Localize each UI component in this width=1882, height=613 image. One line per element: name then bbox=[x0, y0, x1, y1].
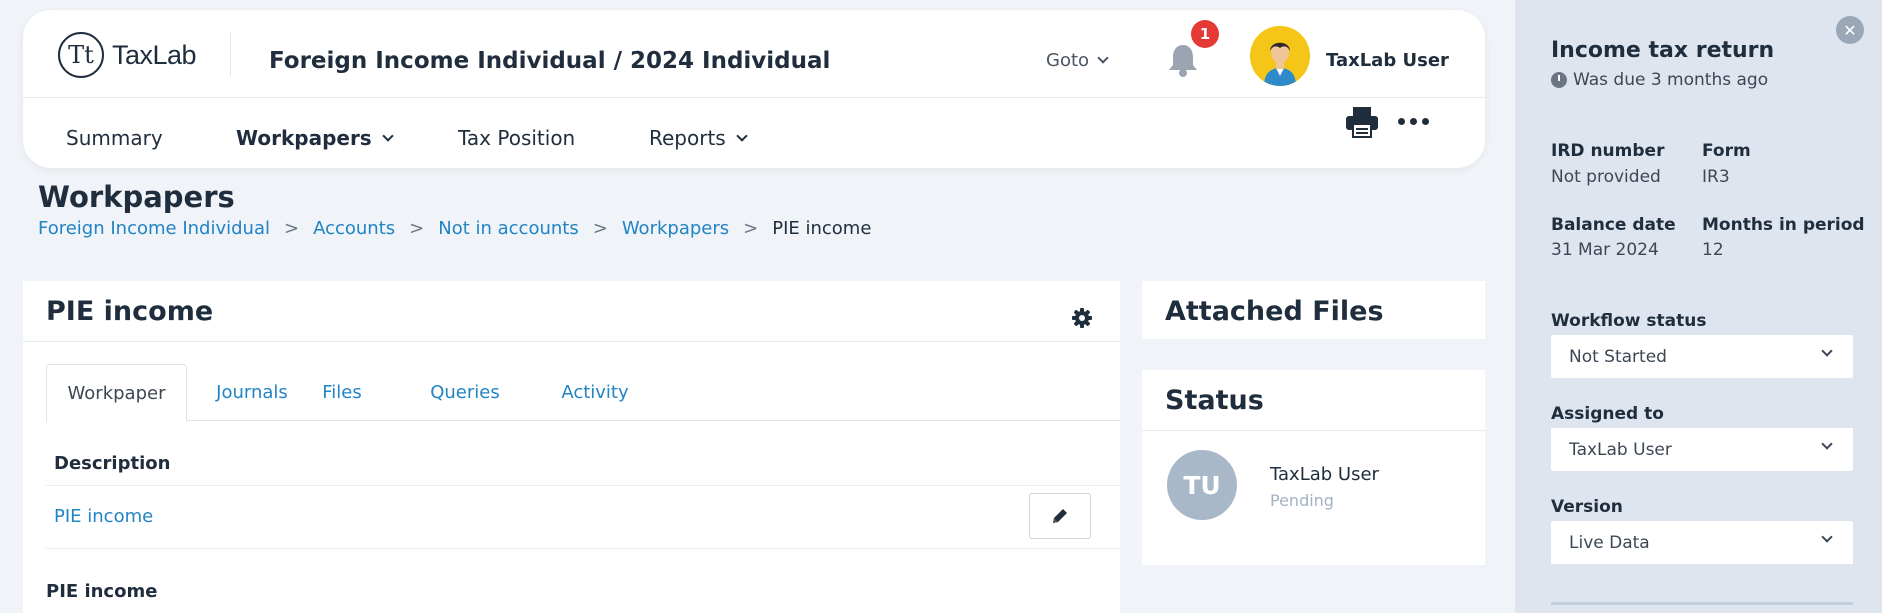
workpaper-title: PIE income bbox=[46, 296, 214, 327]
bell-icon[interactable] bbox=[1166, 42, 1200, 78]
pencil-icon bbox=[1053, 509, 1067, 523]
workflow-status-value: Not Started bbox=[1569, 346, 1667, 367]
attached-files-title: Attached Files bbox=[1165, 296, 1384, 327]
person-icon bbox=[1250, 26, 1310, 86]
tab-activity[interactable]: Activity bbox=[550, 364, 640, 421]
header-divider bbox=[230, 32, 231, 76]
notification-badge: 1 bbox=[1191, 20, 1219, 48]
balance-date-label: Balance date bbox=[1551, 215, 1676, 235]
user-avatar[interactable] bbox=[1250, 26, 1310, 86]
pie-income-heading: PIE income bbox=[46, 581, 158, 602]
chevron-down-icon bbox=[382, 129, 394, 142]
card-divider bbox=[1142, 430, 1485, 431]
dot bbox=[1422, 118, 1429, 125]
assigned-to-value: TaxLab User bbox=[1569, 439, 1672, 460]
nav-workpapers-label: Workpapers bbox=[236, 126, 372, 150]
sidebar-title: Income tax return bbox=[1551, 38, 1775, 63]
attached-files-card: Attached Files bbox=[1142, 281, 1485, 339]
client-return-title: Foreign Income Individual / 2024 Individ… bbox=[269, 48, 831, 74]
header-user-name[interactable]: TaxLab User bbox=[1326, 50, 1449, 71]
edit-description-button[interactable] bbox=[1029, 493, 1091, 539]
sidebar-divider bbox=[1551, 602, 1853, 605]
breadcrumb-not-in-accounts[interactable]: Not in accounts bbox=[438, 218, 578, 239]
breadcrumb-separator: > bbox=[743, 218, 759, 239]
balance-date-value: 31 Mar 2024 bbox=[1551, 240, 1659, 260]
nav-tax-position[interactable]: Tax Position bbox=[458, 126, 575, 150]
status-state: Pending bbox=[1270, 491, 1334, 510]
ird-label: IRD number bbox=[1551, 141, 1665, 161]
printer-icon[interactable] bbox=[1345, 106, 1379, 138]
nav-reports-label: Reports bbox=[649, 126, 726, 150]
form-label: Form bbox=[1702, 141, 1751, 161]
version-label: Version bbox=[1551, 497, 1623, 517]
chevron-down-icon bbox=[1821, 438, 1833, 450]
chevron-down-icon bbox=[736, 129, 748, 142]
breadcrumb-client[interactable]: Foreign Income Individual bbox=[38, 218, 270, 239]
header-top-bar: Tt TaxLab Foreign Income Individual / 20… bbox=[23, 10, 1485, 98]
goto-label: Goto bbox=[1046, 50, 1090, 71]
assigned-to-label: Assigned to bbox=[1551, 404, 1664, 424]
description-heading: Description bbox=[54, 453, 171, 474]
more-options-icon[interactable] bbox=[1398, 118, 1429, 125]
chevron-down-icon bbox=[1821, 345, 1833, 357]
close-icon[interactable]: ✕ bbox=[1836, 16, 1864, 44]
tab-files[interactable]: Files bbox=[306, 364, 378, 421]
assigned-to-select[interactable]: TaxLab User bbox=[1551, 428, 1853, 471]
nav-summary[interactable]: Summary bbox=[66, 126, 163, 150]
main-area: Tt TaxLab Foreign Income Individual / 20… bbox=[0, 0, 1515, 613]
main-nav: Summary Workpapers Tax Position Reports bbox=[23, 98, 1485, 168]
breadcrumb-current: PIE income bbox=[772, 218, 872, 239]
breadcrumb: Foreign Income Individual > Accounts > N… bbox=[38, 218, 871, 239]
description-value[interactable]: PIE income bbox=[54, 506, 153, 527]
tab-workpaper[interactable]: Workpaper bbox=[46, 364, 187, 422]
nav-reports[interactable]: Reports bbox=[649, 126, 748, 150]
workpaper-tabs: Workpaper Journals Files Queries Activit… bbox=[46, 364, 1120, 422]
months-value: 12 bbox=[1702, 240, 1724, 260]
nav-summary-label: Summary bbox=[66, 126, 163, 150]
top-header: Tt TaxLab Foreign Income Individual / 20… bbox=[23, 10, 1485, 168]
form-value: IR3 bbox=[1702, 167, 1730, 187]
workflow-status-label: Workflow status bbox=[1551, 311, 1707, 331]
ird-value: Not provided bbox=[1551, 167, 1661, 187]
goto-dropdown[interactable]: Goto bbox=[1046, 50, 1109, 71]
workpaper-card: PIE income Workpaper Journals Files Quer… bbox=[23, 281, 1120, 613]
due-status: Was due 3 months ago bbox=[1551, 70, 1768, 90]
status-card: Status TU TaxLab User Pending bbox=[1142, 370, 1485, 565]
status-title: Status bbox=[1165, 385, 1264, 416]
nav-tax-position-label: Tax Position bbox=[458, 126, 576, 150]
breadcrumb-separator: > bbox=[409, 218, 425, 239]
card-divider bbox=[23, 341, 1120, 342]
status-user-avatar: TU bbox=[1167, 450, 1237, 520]
breadcrumb-separator: > bbox=[283, 218, 300, 239]
row-divider bbox=[46, 485, 1120, 486]
dot bbox=[1398, 118, 1405, 125]
version-select[interactable]: Live Data bbox=[1551, 521, 1853, 564]
workflow-status-select[interactable]: Not Started bbox=[1551, 335, 1853, 378]
taxlab-logo-icon: Tt bbox=[58, 32, 104, 78]
tab-queries[interactable]: Queries bbox=[420, 364, 510, 421]
dot bbox=[1410, 118, 1417, 125]
row-divider bbox=[46, 548, 1120, 549]
months-label: Months in period bbox=[1702, 215, 1865, 235]
breadcrumb-separator: > bbox=[592, 218, 608, 239]
tab-journals[interactable]: Journals bbox=[204, 364, 300, 421]
due-text: Was due 3 months ago bbox=[1573, 70, 1769, 90]
gear-icon[interactable] bbox=[1072, 308, 1092, 328]
breadcrumb-accounts[interactable]: Accounts bbox=[313, 218, 395, 239]
clock-icon bbox=[1551, 72, 1567, 88]
breadcrumb-workpapers[interactable]: Workpapers bbox=[622, 218, 729, 239]
page-title: Workpapers bbox=[38, 180, 235, 214]
version-value: Live Data bbox=[1569, 532, 1650, 553]
chevron-down-icon bbox=[1097, 52, 1109, 64]
nav-workpapers[interactable]: Workpapers bbox=[236, 126, 394, 150]
chevron-down-icon bbox=[1821, 531, 1833, 543]
status-user-name: TaxLab User bbox=[1270, 464, 1379, 485]
taxlab-logo[interactable]: Tt TaxLab bbox=[58, 32, 197, 78]
logo-text: TaxLab bbox=[112, 39, 197, 70]
